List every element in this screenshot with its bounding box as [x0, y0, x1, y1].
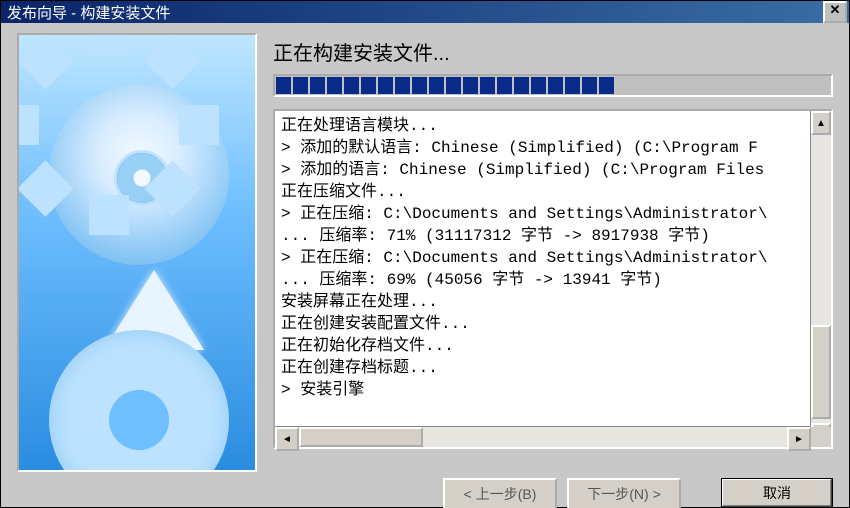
scroll-corner — [811, 427, 831, 447]
build-log-panel: 正在处理语言模块... > 添加的默认语言: Chinese (Simplifi… — [273, 109, 833, 449]
progress-segment — [276, 77, 291, 94]
gear-icon — [49, 330, 229, 472]
progress-segment — [446, 77, 461, 94]
next-button[interactable]: 下一步(N) > — [567, 478, 681, 508]
publish-wizard-window: 发布向导 - 构建安装文件 ✕ 正在构建安装文件... — [0, 0, 850, 508]
progress-segment — [599, 77, 614, 94]
build-log-text: 正在处理语言模块... > 添加的默认语言: Chinese (Simplifi… — [275, 111, 810, 447]
progress-segment — [548, 77, 563, 94]
progress-segment — [395, 77, 410, 94]
progress-segment — [497, 77, 512, 94]
scroll-up-button[interactable]: ▲ — [811, 111, 831, 135]
build-progress-bar — [273, 74, 833, 97]
progress-segment — [361, 77, 376, 94]
gear-tooth-icon — [179, 105, 219, 145]
wizard-button-row: < 上一步(B) 下一步(N) > 取消 — [17, 472, 833, 508]
progress-segment — [565, 77, 580, 94]
progress-segment — [514, 77, 529, 94]
progress-segment — [412, 77, 427, 94]
gear-tooth-icon — [89, 33, 129, 55]
progress-segment — [344, 77, 359, 94]
cancel-button[interactable]: 取消 — [721, 478, 833, 508]
main-row: 正在构建安装文件... 正在处理语言模块... > 添加的默认语言: Chine… — [17, 33, 833, 472]
progress-segment — [480, 77, 495, 94]
vertical-scrollbar[interactable]: ▲ ▼ — [810, 111, 831, 447]
wizard-side-image — [17, 33, 257, 472]
progress-segment — [293, 77, 308, 94]
progress-segment — [429, 77, 444, 94]
scroll-thumb[interactable] — [811, 325, 831, 419]
gear-tooth-icon — [144, 33, 201, 90]
content-column: 正在构建安装文件... 正在处理语言模块... > 添加的默认语言: Chine… — [273, 33, 833, 472]
scroll-track[interactable] — [811, 135, 831, 423]
gear-tooth-icon — [17, 105, 39, 145]
scroll-track[interactable] — [299, 427, 787, 447]
scroll-thumb[interactable] — [299, 427, 423, 447]
wizard-body: 正在构建安装文件... 正在处理语言模块... > 添加的默认语言: Chine… — [1, 23, 849, 508]
progress-segment — [463, 77, 478, 94]
gear-tooth-icon — [89, 195, 129, 235]
titlebar: 发布向导 - 构建安装文件 ✕ — [1, 1, 849, 23]
scroll-left-button[interactable]: ◄ — [275, 427, 299, 451]
back-button[interactable]: < 上一步(B) — [443, 478, 557, 508]
progress-segment — [378, 77, 393, 94]
horizontal-scrollbar[interactable]: ◄ ► — [275, 426, 811, 447]
progress-segment — [310, 77, 325, 94]
page-heading: 正在构建安装文件... — [273, 37, 833, 66]
scroll-right-button[interactable]: ► — [787, 427, 811, 451]
progress-segment — [327, 77, 342, 94]
progress-segment — [531, 77, 546, 94]
progress-segment — [582, 77, 597, 94]
window-title: 发布向导 - 构建安装文件 — [7, 2, 170, 23]
gear-tooth-icon — [17, 33, 74, 90]
close-button[interactable]: ✕ — [823, 1, 847, 23]
